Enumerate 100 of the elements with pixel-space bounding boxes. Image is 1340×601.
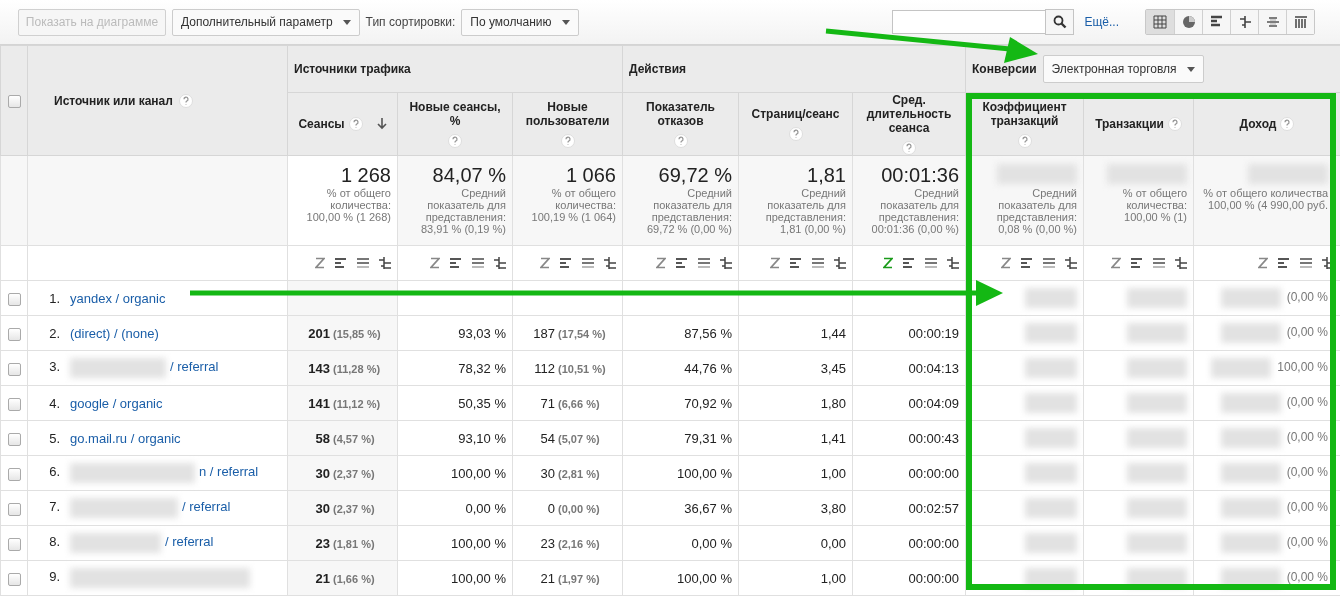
percent-of-total: (5,07 %) (558, 432, 601, 445)
blurred-block (1025, 358, 1078, 378)
help-icon[interactable] (178, 93, 193, 108)
source-link[interactable]: n / referral (199, 464, 259, 480)
source-link[interactable]: google / organic (70, 395, 163, 411)
row-checkbox[interactable] (7, 502, 21, 516)
source-link[interactable]: go.mail.ru / organic (70, 430, 181, 446)
help-icon[interactable] (673, 134, 688, 148)
branch-icon[interactable] (947, 257, 960, 269)
blurred-block (1127, 533, 1188, 553)
branch-icon[interactable] (1065, 257, 1078, 269)
conversions-dropdown[interactable]: Электронная торговля (1042, 55, 1204, 83)
zigzag-icon[interactable] (770, 257, 780, 269)
search-field[interactable] (892, 10, 1047, 34)
bars-icon[interactable] (676, 257, 688, 269)
bars-icon[interactable] (560, 257, 572, 269)
column-header[interactable]: Страниц/сеанс (751, 107, 840, 121)
table-cell: 100,00 % (451, 535, 506, 551)
zigzag-icon[interactable] (1258, 257, 1269, 269)
bars-icon[interactable] (1131, 257, 1144, 269)
stacked-bars-icon[interactable] (812, 257, 824, 269)
row-checkbox[interactable] (7, 572, 21, 586)
column-header[interactable]: Сеансы (298, 117, 345, 131)
stacked-bars-icon[interactable] (582, 257, 594, 269)
zigzag-icon[interactable] (1001, 257, 1012, 269)
percent-of-total: (2,37 %) (333, 467, 376, 480)
view-button[interactable] (1258, 10, 1286, 34)
view-button[interactable] (1146, 10, 1174, 34)
view-button[interactable] (1202, 10, 1230, 34)
source-link[interactable]: / referral (165, 534, 214, 550)
more-link[interactable]: Ещё... (1084, 15, 1119, 29)
table-cell: 70,92 % (684, 395, 732, 411)
total-value: 69,72 % (657, 164, 732, 187)
zigzag-icon[interactable] (430, 257, 440, 269)
zigzag-icon[interactable] (883, 257, 894, 269)
branch-icon[interactable] (604, 257, 616, 269)
row-checkbox[interactable] (7, 432, 21, 446)
percent-of-total: (0,00 % (1286, 500, 1329, 515)
table-cell: 30 (315, 500, 330, 516)
table-cell: 30 (315, 465, 330, 481)
branch-icon[interactable] (720, 257, 732, 269)
source-link[interactable]: (direct) / (none) (70, 325, 159, 341)
view-button[interactable] (1286, 10, 1314, 34)
stacked-bars-icon[interactable] (472, 257, 484, 269)
branch-icon[interactable] (834, 257, 846, 269)
search-button[interactable] (1045, 9, 1075, 35)
stacked-bars-icon[interactable] (1153, 257, 1166, 269)
column-header[interactable]: Транзакции (1095, 117, 1164, 131)
bars-icon[interactable] (450, 257, 462, 269)
row-checkbox[interactable] (7, 397, 21, 411)
zigzag-icon[interactable] (1111, 257, 1122, 269)
percent-of-total: (0,00 %) (558, 502, 601, 515)
zigzag-icon[interactable] (540, 257, 550, 269)
table-cell: 1,41 (820, 430, 846, 446)
branch-icon[interactable] (1175, 257, 1188, 269)
bars-icon[interactable] (1278, 257, 1291, 269)
help-icon[interactable] (1167, 117, 1182, 131)
select-all-checkbox[interactable] (7, 94, 21, 108)
total-value: 00:01:36 (880, 164, 960, 187)
help-icon[interactable] (902, 141, 916, 155)
zigzag-icon[interactable] (315, 257, 325, 269)
bars-icon[interactable] (790, 257, 802, 269)
help-icon[interactable] (1280, 117, 1295, 131)
row-checkbox[interactable] (7, 537, 21, 551)
help-icon[interactable] (348, 117, 363, 131)
total-note: Средний показатель для представления: 83,91 % (0,19 %) (420, 187, 506, 235)
table-cell: 00:00:00 (908, 465, 960, 481)
help-icon[interactable] (1017, 134, 1032, 148)
stacked-bars-icon[interactable] (1300, 257, 1313, 269)
blurred-block (1025, 463, 1078, 483)
sort-type-dropdown[interactable]: По умолчанию (461, 8, 579, 36)
stacked-bars-icon[interactable] (357, 257, 369, 269)
view-button[interactable] (1230, 10, 1258, 34)
row-checkbox[interactable] (7, 292, 21, 306)
column-header[interactable]: Доход (1239, 117, 1277, 131)
stacked-bars-icon[interactable] (698, 257, 710, 269)
bars-icon[interactable] (903, 257, 916, 269)
source-link[interactable]: / referral (170, 359, 219, 375)
row-checkbox[interactable] (7, 362, 21, 376)
table-cell: 30 (540, 465, 555, 481)
zigzag-icon[interactable] (656, 257, 666, 269)
column-group-header: Конверсии (972, 62, 1037, 76)
stacked-bars-icon[interactable] (925, 257, 938, 269)
help-icon[interactable] (560, 134, 575, 148)
bars-icon[interactable] (1021, 257, 1034, 269)
row-checkbox[interactable] (7, 327, 21, 341)
secondary-dimension-dropdown[interactable]: Дополнительный параметр (172, 8, 360, 36)
branch-icon[interactable] (379, 257, 391, 269)
help-icon[interactable] (788, 127, 803, 141)
view-button[interactable] (1174, 10, 1202, 34)
help-icon[interactable] (448, 134, 462, 148)
row-number: 8. (48, 534, 60, 550)
stacked-bars-icon[interactable] (1043, 257, 1056, 269)
row-checkbox[interactable] (7, 467, 21, 481)
table-cell: 100,00 % (451, 570, 506, 586)
source-link[interactable]: / referral (182, 499, 231, 515)
blurred-block (1025, 428, 1078, 448)
branch-icon[interactable] (494, 257, 506, 269)
source-link[interactable]: yandex / organic (70, 290, 166, 306)
bars-icon[interactable] (335, 257, 347, 269)
